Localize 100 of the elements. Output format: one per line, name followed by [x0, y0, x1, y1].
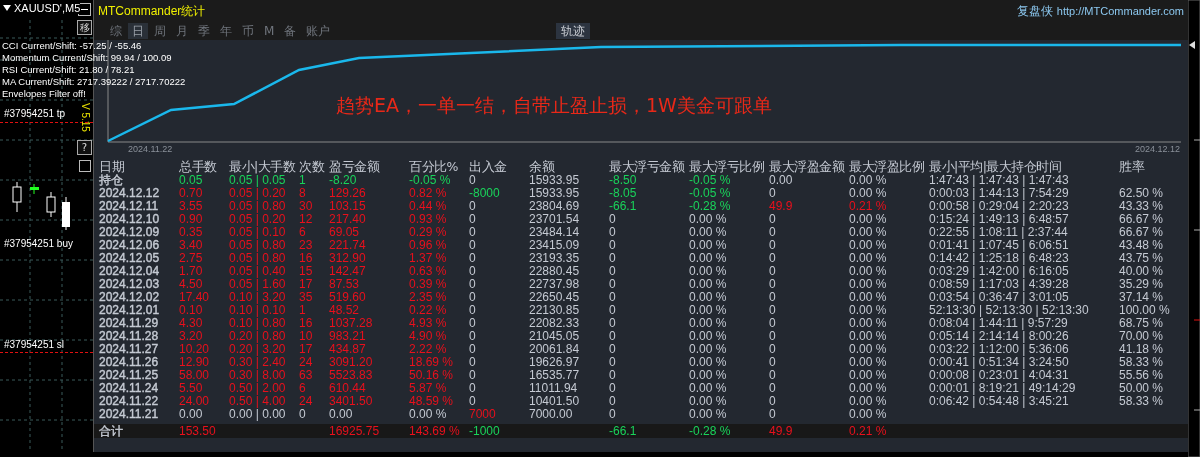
table-cell: 2024.12.04 — [99, 265, 160, 278]
table-cell: 0.00 % — [689, 330, 727, 343]
table-cell: 0.05 | 0.20 — [229, 187, 286, 200]
table-cell: 0 — [469, 213, 476, 226]
table-cell: 2024.12.06 — [99, 239, 160, 252]
table-cell: 0.00 % — [849, 330, 887, 343]
table-cell: 0 — [769, 395, 776, 408]
table-cell: 0 — [769, 317, 776, 330]
table-cell: 0 — [469, 200, 476, 213]
table-cell: 10 — [299, 330, 313, 343]
column-header: 余额 — [529, 159, 554, 175]
table-cell: 2024.11.27 — [99, 343, 159, 356]
table-cell: 2024.11.28 — [99, 330, 159, 343]
period-tab[interactable]: 月 — [172, 23, 192, 39]
table-cell: 2024.12.12 — [99, 187, 160, 200]
table-cell: 48.59 % — [409, 395, 454, 408]
table-cell: 0.10 | 0.10 — [229, 304, 286, 317]
period-tab[interactable]: 备 — [280, 23, 301, 39]
table-cell: 0.00 % — [689, 369, 727, 382]
table-cell: 2.22 % — [409, 343, 447, 356]
table-cell: 0 — [609, 369, 616, 382]
period-tab[interactable]: 综 — [106, 23, 126, 39]
table-cell: 23701.54 — [529, 213, 580, 226]
table-cell: -8.05 — [609, 187, 637, 200]
table-cell: 0.00 % — [689, 395, 727, 408]
table-cell: 16 — [299, 252, 313, 265]
table-cell: 3.55 — [179, 200, 203, 213]
table-cell: 1:47:43 | 1:47:43 | 1:47:43 — [929, 174, 1069, 187]
period-tab[interactable]: 周 — [150, 23, 170, 39]
period-tab[interactable]: 币 — [238, 23, 258, 39]
table-cell: 0.05 | 0.40 — [229, 265, 286, 278]
table-cell: 0.00 % — [849, 304, 887, 317]
table-cell: 22737.98 — [529, 278, 580, 291]
indicator-text: CCI Current/Shift: -57.25 / -55.46 — [2, 40, 142, 52]
period-tab[interactable]: 年 — [216, 23, 236, 39]
table-cell: 0 — [769, 408, 776, 421]
table-cell: 43.48 % — [1119, 239, 1164, 252]
table-cell: 2024.12.05 — [99, 252, 160, 265]
table-cell: 0.30 | 8.00 — [229, 369, 286, 382]
table-cell: 0 — [769, 369, 776, 382]
table-cell: 1 — [299, 304, 306, 317]
period-tab[interactable]: 账户 — [302, 23, 335, 39]
period-tab[interactable]: 日 — [128, 23, 148, 39]
total-cell: 0.21 % — [849, 424, 887, 438]
table-cell: 0 — [769, 265, 776, 278]
table-cell: 0 — [469, 252, 476, 265]
table-cell: 0.70 — [179, 187, 203, 200]
minimize-icon[interactable] — [78, 3, 91, 16]
total-cell: 143.69 % — [409, 424, 460, 438]
version-label: V 5.15 — [80, 103, 91, 132]
order-label: #37954251 buy — [4, 238, 73, 249]
column-header: 盈亏金额 — [329, 159, 379, 175]
table-cell: 0 — [469, 330, 476, 343]
table-cell: 58.33 % — [1119, 356, 1164, 369]
side-button[interactable]: 移 — [77, 20, 92, 35]
table-cell: 0 — [609, 317, 616, 330]
period-tab[interactable]: 季 — [194, 23, 214, 39]
table-cell: 0 — [469, 382, 476, 395]
table-cell: 0 — [769, 382, 776, 395]
table-cell: 35 — [299, 291, 313, 304]
table-cell: 0 — [769, 226, 776, 239]
table-cell: 0.00 — [329, 408, 353, 421]
table-cell: 12 — [299, 213, 313, 226]
table-cell: -66.1 — [609, 200, 637, 213]
total-cell: 49.9 — [769, 424, 793, 438]
table-cell: 3401.50 — [329, 395, 373, 408]
table-cell: 0 — [609, 252, 616, 265]
table-cell: 21045.05 — [529, 330, 580, 343]
table-cell: 0:03:29 | 1:42:00 | 6:16:05 — [929, 265, 1069, 278]
period-tab[interactable]: M — [260, 23, 279, 39]
table-cell: 0:00:41 | 0:51:34 | 3:24:50 — [929, 356, 1069, 369]
side-button[interactable]: ? — [77, 140, 92, 155]
total-cell: 153.50 — [179, 424, 216, 438]
table-cell: 0.82 % — [409, 187, 447, 200]
table-cell: 22880.45 — [529, 265, 580, 278]
table-cell: 0 — [769, 343, 776, 356]
table-cell: 0 — [609, 291, 616, 304]
table-cell: 0 — [609, 330, 616, 343]
table-cell: 2024.11.22 — [99, 395, 159, 408]
promo-text: 趋势EA，一单一结，自带止盈止损，1W美金可跟单 — [336, 93, 772, 118]
table-cell: 103.15 — [329, 200, 366, 213]
table-cell: -0.05 % — [409, 174, 451, 187]
table-cell: 63 — [299, 369, 313, 382]
table-cell: 4.90 % — [409, 330, 447, 343]
table-cell: -0.05 % — [689, 174, 731, 187]
table-cell: 0:00:01 | 8:19:21 | 49:14:29 — [929, 382, 1076, 395]
table-cell: 0.50 | 4.00 — [229, 395, 286, 408]
table-cell: 0.00 % — [849, 343, 887, 356]
table-cell: 0 — [469, 278, 476, 291]
dropdown-triangle-icon[interactable] — [3, 5, 11, 11]
table-cell: 0.00 % — [689, 239, 727, 252]
table-cell: 0.00 % — [689, 291, 727, 304]
table-cell: 0.20 | 0.80 — [229, 330, 286, 343]
table-cell: -0.05 % — [689, 187, 731, 200]
website-link[interactable]: http://MTCommander.com — [1056, 5, 1184, 17]
table-cell: 0:05:14 | 2:14:14 | 8:00:26 — [929, 330, 1069, 343]
table-cell: 16535.77 — [529, 369, 580, 382]
square-icon[interactable] — [79, 160, 91, 172]
trajectory-button[interactable]: 轨迹 — [556, 23, 591, 39]
table-cell: 0:08:04 | 1:44:11 | 9:57:29 — [929, 317, 1068, 330]
